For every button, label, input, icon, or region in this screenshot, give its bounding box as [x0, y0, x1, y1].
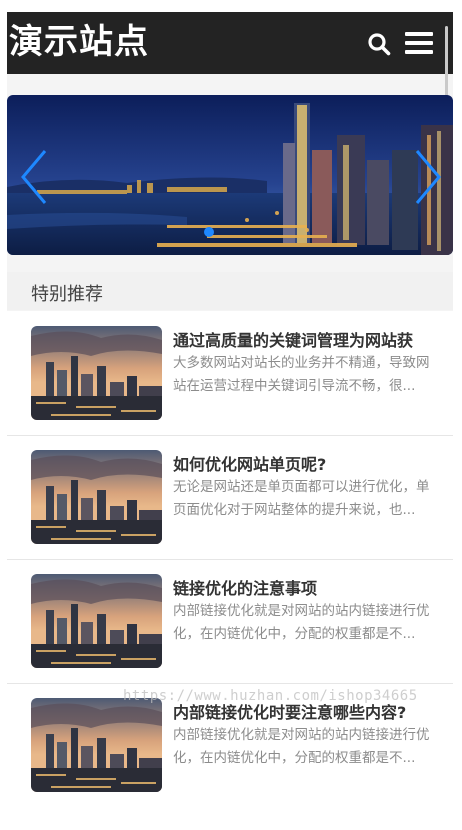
hamburger-menu-icon[interactable]	[405, 29, 435, 57]
section-header: 特别推荐	[7, 272, 453, 310]
list-item[interactable]: 通过高质量的关键词管理为网站获 大多数网站对站长的业务并不精通，导致网站在运营过…	[7, 311, 453, 436]
article-thumbnail[interactable]	[31, 574, 162, 668]
site-logo[interactable]: 演示站点	[9, 20, 149, 64]
article-title[interactable]: 链接优化的注意事项	[173, 575, 443, 599]
mobile-page: 演示站点 特别推荐 通过高质量的关键词管理为网站获 大多数网站对站长的业务并不精…	[7, 12, 453, 804]
article-thumbnail[interactable]	[31, 326, 162, 420]
watermark-text: https://www.huzhan.com/ishop34665	[123, 688, 418, 704]
list-item[interactable]: 链接优化的注意事项 内部链接优化就是对网站的站内链接进行优化，在内链优化中，分配…	[7, 559, 453, 684]
chevron-left-icon[interactable]	[19, 149, 49, 205]
search-icon[interactable]	[367, 32, 391, 56]
article-thumbnail[interactable]	[31, 450, 162, 544]
chevron-right-icon[interactable]	[413, 149, 443, 205]
list-item[interactable]: 如何优化网站单页呢? 无论是网站还是单页面都可以进行优化，单页面优化对于网站整体…	[7, 435, 453, 560]
site-header: 演示站点	[7, 12, 453, 106]
banner-slider[interactable]	[7, 95, 453, 255]
article-summary: 无论是网站还是单页面都可以进行优化，单页面优化对于网站整体的提升来说，也...	[173, 479, 430, 518]
slider-dot-active[interactable]	[204, 227, 214, 237]
article-list: 通过高质量的关键词管理为网站获 大多数网站对站长的业务并不精通，导致网站在运营过…	[7, 311, 453, 804]
scrollbar[interactable]	[445, 26, 448, 106]
article-thumbnail[interactable]	[31, 698, 162, 792]
article-title[interactable]: 如何优化网站单页呢?	[173, 451, 443, 475]
article-summary: 内部链接优化就是对网站的站内链接进行优化，在内链优化中，分配的权重都是不...	[173, 727, 430, 766]
article-summary: 大多数网站对站长的业务并不精通，导致网站在运营过程中关键词引导流不畅，很...	[173, 355, 430, 394]
banner-image	[7, 95, 453, 255]
section-title: 特别推荐	[31, 284, 103, 305]
article-summary: 内部链接优化就是对网站的站内链接进行优化，在内链优化中，分配的权重都是不...	[173, 603, 430, 642]
article-title[interactable]: 通过高质量的关键词管理为网站获	[173, 327, 443, 351]
